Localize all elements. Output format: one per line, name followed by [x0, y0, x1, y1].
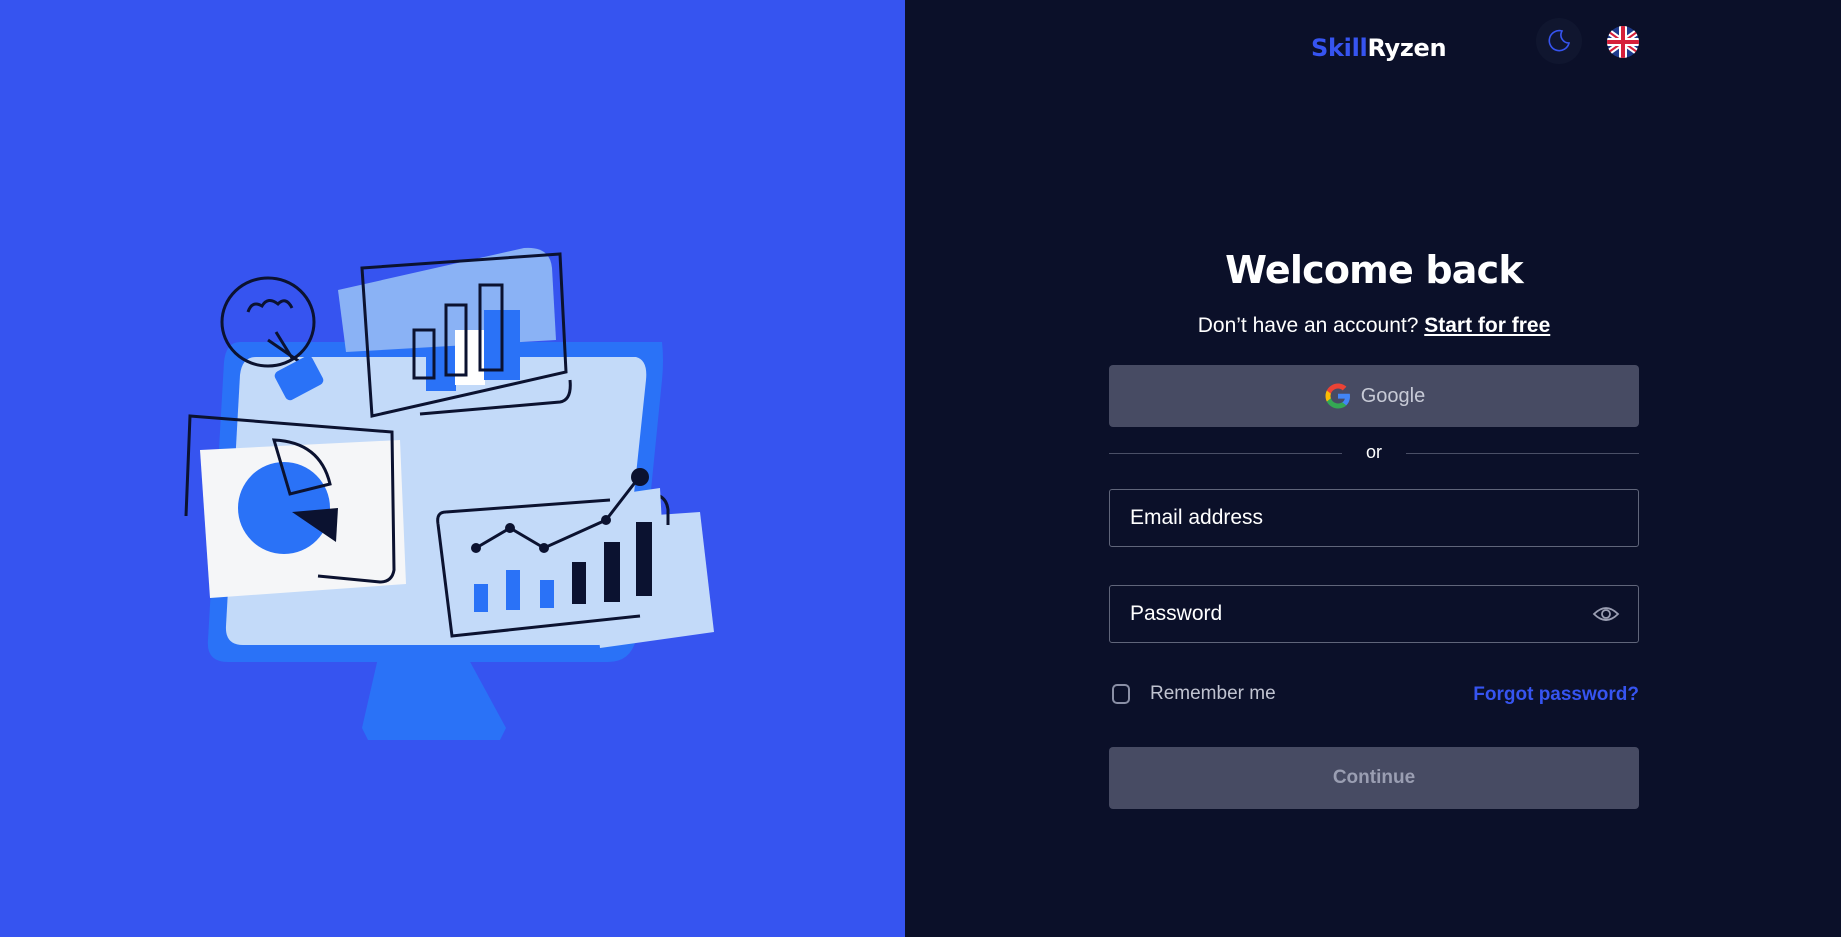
moon-icon — [1548, 29, 1571, 52]
login-page: SkillRyzen Welcome back Don’t have an ac… — [0, 0, 1841, 937]
remember-me[interactable]: Remember me — [1112, 683, 1276, 705]
email-field[interactable] — [1110, 490, 1638, 546]
language-selector[interactable] — [1607, 26, 1639, 58]
brand-part-ryzen: Ryzen — [1367, 34, 1447, 62]
eye-icon[interactable] — [1592, 602, 1620, 626]
remember-me-label: Remember me — [1150, 683, 1276, 704]
divider-line-left — [1109, 452, 1342, 454]
theme-toggle-button[interactable] — [1536, 18, 1582, 64]
continue-button[interactable]: Continue — [1109, 747, 1639, 809]
signup-prompt-text: Don’t have an account? — [1197, 314, 1419, 337]
or-divider: or — [1109, 440, 1640, 466]
divider-text: or — [1366, 441, 1383, 462]
dashboard-illustration — [184, 247, 714, 740]
google-button-label: Google — [1360, 384, 1426, 407]
brand-part-skill: Skill — [1311, 34, 1368, 62]
uk-flag-icon — [1607, 26, 1639, 58]
forgot-password-link[interactable]: Forgot password? — [1473, 684, 1639, 706]
divider-line-right — [1406, 452, 1640, 454]
password-field-wrapper — [1109, 585, 1639, 643]
google-signin-button[interactable]: Google — [1109, 365, 1639, 427]
illustration-panel — [0, 0, 905, 937]
email-field-wrapper — [1109, 489, 1639, 547]
remember-me-checkbox[interactable] — [1112, 684, 1130, 704]
page-title: Welcome back — [1225, 248, 1523, 292]
signup-prompt: Don’t have an account? Start for free — [1109, 314, 1639, 338]
brand-logo[interactable]: SkillRyzen — [1311, 34, 1447, 62]
password-field[interactable] — [1110, 586, 1638, 642]
signup-link[interactable]: Start for free — [1424, 314, 1550, 337]
google-icon — [1325, 383, 1350, 409]
